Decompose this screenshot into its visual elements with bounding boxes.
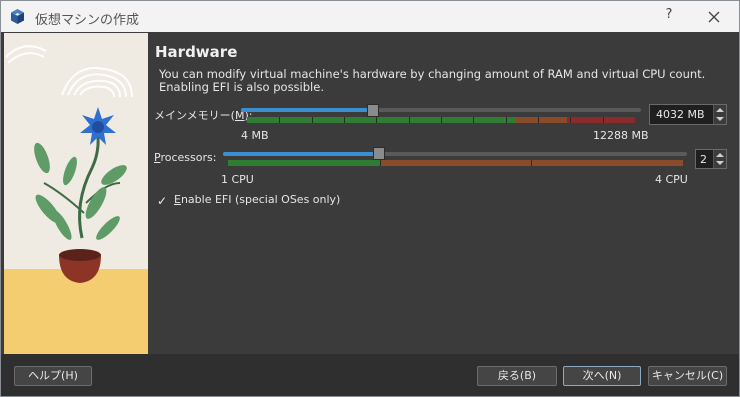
memory-range-safe bbox=[247, 117, 515, 123]
page-title: Hardware bbox=[155, 43, 238, 61]
slider-tick bbox=[409, 117, 410, 123]
create-vm-dialog: 仮想マシンの作成 ? Hardware You can modify virtu… bbox=[0, 0, 740, 397]
slider-tick bbox=[603, 117, 604, 123]
memory-max-label: 12288 MB bbox=[593, 129, 649, 142]
slider-tick bbox=[570, 117, 571, 123]
wizard-illustration bbox=[4, 33, 148, 354]
slider-tick bbox=[538, 117, 539, 123]
processors-slider-handle[interactable] bbox=[373, 147, 385, 160]
next-button[interactable]: 次へ(N) bbox=[563, 366, 641, 386]
slider-tick bbox=[473, 117, 474, 123]
slider-tick bbox=[441, 117, 442, 123]
spin-down-icon[interactable] bbox=[716, 161, 724, 165]
processors-range-safe bbox=[228, 160, 379, 166]
spin-up-icon[interactable] bbox=[716, 108, 724, 112]
close-icon[interactable] bbox=[704, 7, 724, 27]
slider-tick bbox=[312, 117, 313, 123]
hardware-page: Hardware You can modify virtual machine'… bbox=[149, 33, 739, 354]
memory-slider-handle[interactable] bbox=[367, 104, 379, 117]
slider-tick bbox=[380, 160, 381, 166]
virtualbox-cube-icon bbox=[11, 9, 24, 24]
page-description: You can modify virtual machine's hardwar… bbox=[159, 67, 706, 94]
dialog-footer: ヘルプ(H) 戻る(B) 次へ(N) キャンセル(C) bbox=[1, 354, 739, 396]
back-button[interactable]: 戻る(B) bbox=[477, 366, 557, 386]
slider-tick bbox=[376, 117, 377, 123]
memory-range-caution bbox=[515, 117, 567, 123]
processors-min-label: 1 CPU bbox=[221, 173, 254, 186]
title-bar: 仮想マシンの作成 ? bbox=[1, 1, 739, 32]
processors-spinbox[interactable]: 2 bbox=[695, 149, 727, 169]
memory-value: 4032 MB bbox=[656, 108, 705, 121]
processors-label: Processors: bbox=[154, 151, 217, 164]
memory-label: メインメモリー(M): bbox=[154, 109, 253, 122]
memory-range-danger bbox=[567, 117, 635, 123]
help-button[interactable]: ? bbox=[661, 7, 677, 25]
efi-label: Enable EFI (special OSes only) bbox=[174, 193, 341, 206]
processors-value: 2 bbox=[700, 153, 707, 166]
cancel-button[interactable]: キャンセル(C) bbox=[648, 366, 727, 386]
slider-tick bbox=[344, 117, 345, 123]
help-dialog-button[interactable]: ヘルプ(H) bbox=[14, 366, 92, 386]
memory-slider-track[interactable] bbox=[241, 108, 641, 112]
slider-tick bbox=[506, 117, 507, 123]
memory-spin-arrows[interactable] bbox=[713, 105, 726, 124]
memory-spinbox[interactable]: 4032 MB bbox=[649, 104, 727, 125]
window-title: 仮想マシンの作成 bbox=[35, 13, 140, 28]
spin-down-icon[interactable] bbox=[716, 117, 724, 121]
slider-tick bbox=[531, 160, 532, 166]
spin-up-icon[interactable] bbox=[716, 153, 724, 157]
slider-tick bbox=[279, 117, 280, 123]
processors-spin-arrows[interactable] bbox=[713, 150, 726, 168]
memory-min-label: 4 MB bbox=[241, 129, 269, 142]
processors-slider-fill bbox=[223, 152, 378, 156]
memory-slider-fill bbox=[241, 108, 372, 112]
efi-checkbox[interactable]: ✓ bbox=[157, 194, 169, 208]
processors-max-label: 4 CPU bbox=[655, 173, 688, 186]
processors-slider-track[interactable] bbox=[223, 152, 687, 156]
